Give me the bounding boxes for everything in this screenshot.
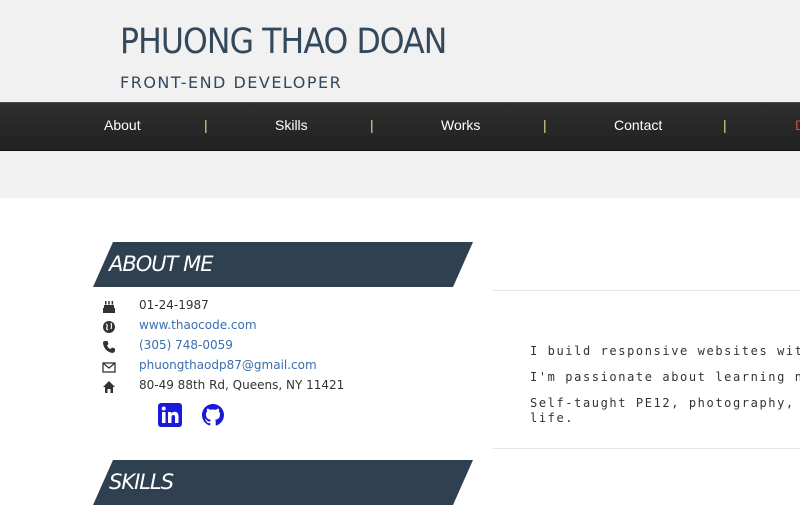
site-name: PHUONG THAO DOAN: [120, 22, 447, 62]
envelope-icon: [102, 362, 116, 373]
nav-separator: |: [723, 117, 727, 133]
website-link[interactable]: www.thaocode.com: [139, 318, 257, 332]
nav-about[interactable]: About: [104, 117, 141, 133]
skills-banner: SKILLS: [93, 460, 473, 505]
main-navbar: About | Skills | Works | Contact | D: [0, 102, 800, 151]
birthdate-text: 01-24-1987: [139, 298, 209, 312]
nav-separator: |: [204, 117, 208, 133]
nav-item-cut-off[interactable]: D: [795, 117, 800, 133]
bio-line-2: I'm passionate about learning new t: [530, 370, 800, 384]
nav-separator: |: [543, 117, 547, 133]
phone-icon: [103, 341, 115, 353]
nav-separator: |: [370, 117, 374, 133]
nav-contact[interactable]: Contact: [614, 117, 662, 133]
address-text: 80-49 88th Rd, Queens, NY 11421: [139, 378, 345, 392]
skills-title: SKILLS: [109, 470, 174, 494]
nav-works[interactable]: Works: [441, 117, 480, 133]
bio-line-3: Self-taught PE12, photography, and: [530, 396, 800, 410]
home-icon: [103, 381, 115, 393]
bio-line-1: I build responsive websites with HT: [530, 344, 800, 358]
email-link[interactable]: phuongthaodp87@gmail.com: [139, 358, 317, 372]
phone-link[interactable]: (305) 748-0059: [139, 338, 233, 352]
birthday-cake-icon: [103, 301, 115, 313]
about-me-title: ABOUT ME: [109, 252, 214, 276]
site-role: FRONT-END DEVELOPER: [120, 73, 343, 92]
github-icon[interactable]: [201, 403, 225, 427]
linkedin-icon[interactable]: [158, 403, 182, 427]
about-me-banner: ABOUT ME: [93, 242, 473, 287]
bio-panel: I build responsive websites with HT I'm …: [493, 290, 800, 449]
bio-line-4: life.: [530, 411, 575, 425]
globe-icon: [103, 321, 115, 333]
nav-skills[interactable]: Skills: [275, 117, 308, 133]
